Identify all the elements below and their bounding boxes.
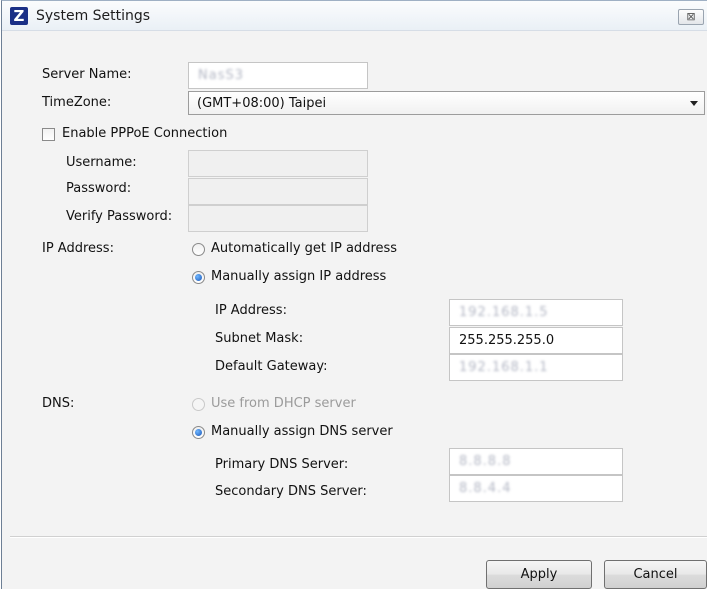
secondary-dns-value: 8.8.4.4 (459, 481, 512, 496)
server-name-value: NasS3 (198, 68, 244, 83)
dns-section-label: DNS: (42, 396, 75, 411)
ip-address-input[interactable]: 192.168.1.5 (449, 299, 623, 326)
dns-dhcp-radio[interactable] (192, 398, 205, 411)
ip-manual-label: Manually assign IP address (211, 269, 387, 284)
timezone-selected-value: (GMT+08:00) Taipei (197, 96, 327, 111)
primary-dns-label: Primary DNS Server: (215, 457, 349, 472)
subnet-mask-label: Subnet Mask: (215, 331, 304, 346)
default-gateway-input[interactable]: 192.168.1.1 (449, 354, 623, 381)
ip-address-value: 192.168.1.5 (459, 305, 549, 320)
title-bar: Z System Settings ⊠ (2, 1, 707, 31)
dns-manual-radio[interactable] (192, 426, 205, 439)
system-settings-window: Z System Settings ⊠ Server Name: NasS3 T… (1, 0, 707, 589)
password-label: Password: (66, 181, 132, 196)
username-input[interactable] (188, 150, 368, 177)
ip-section-label: IP Address: (42, 241, 114, 256)
ip-address-label: IP Address: (215, 303, 287, 318)
secondary-dns-input[interactable]: 8.8.4.4 (449, 475, 623, 502)
primary-dns-value: 8.8.8.8 (459, 454, 512, 469)
dns-manual-label: Manually assign DNS server (211, 424, 393, 439)
subnet-mask-input[interactable]: 255.255.255.0 (449, 327, 623, 354)
cancel-button[interactable]: Cancel (604, 560, 707, 589)
window-title: System Settings (36, 8, 151, 24)
username-label: Username: (66, 155, 137, 170)
verify-password-label: Verify Password: (66, 209, 173, 224)
chevron-down-icon (690, 101, 698, 106)
password-input[interactable] (188, 178, 368, 205)
pppoe-checkbox[interactable] (42, 128, 55, 141)
verify-password-input[interactable] (188, 205, 368, 232)
close-icon[interactable]: ⊠ (678, 9, 704, 25)
ip-auto-label: Automatically get IP address (211, 241, 398, 256)
default-gateway-label: Default Gateway: (215, 359, 328, 374)
ip-manual-radio[interactable] (192, 271, 205, 284)
primary-dns-input[interactable]: 8.8.8.8 (449, 448, 623, 475)
dns-dhcp-label: Use from DHCP server (211, 396, 356, 411)
timezone-label: TimeZone: (42, 95, 112, 110)
apply-button[interactable]: Apply (486, 560, 592, 589)
subnet-mask-value: 255.255.255.0 (459, 333, 555, 348)
default-gateway-value: 192.168.1.1 (459, 360, 549, 375)
ip-auto-radio[interactable] (192, 243, 205, 256)
footer-divider (10, 536, 707, 538)
app-logo-icon: Z (10, 7, 28, 25)
server-name-label: Server Name: (42, 67, 132, 82)
pppoe-label: Enable PPPoE Connection (62, 126, 228, 141)
timezone-select[interactable]: (GMT+08:00) Taipei (188, 91, 705, 115)
server-name-input[interactable]: NasS3 (188, 62, 368, 89)
secondary-dns-label: Secondary DNS Server: (215, 484, 367, 499)
